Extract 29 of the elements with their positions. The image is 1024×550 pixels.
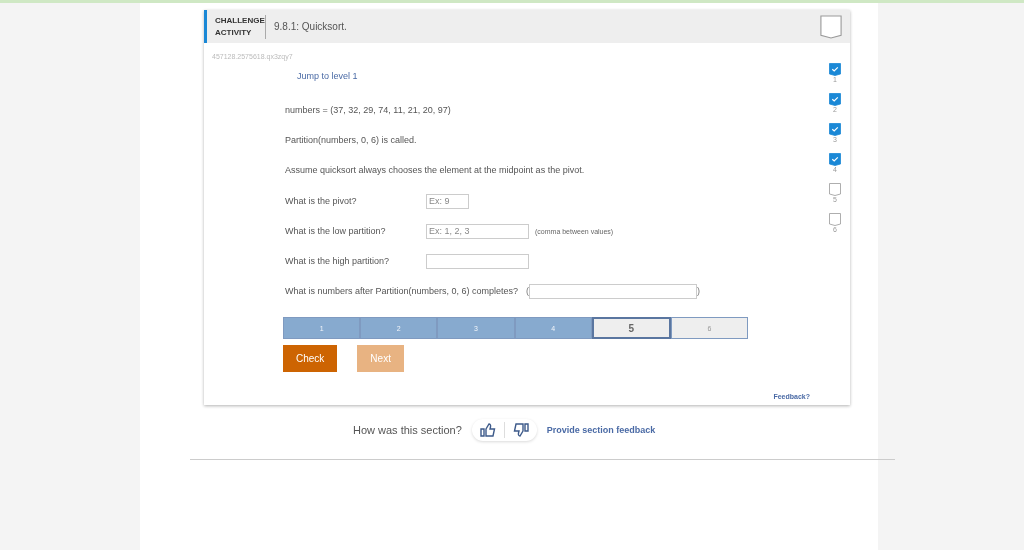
level-checkbox[interactable] (829, 153, 841, 166)
answer-field[interactable]: Ex: 9 (426, 193, 469, 209)
question-label: What is the pivot? (285, 196, 358, 206)
paren-text: ) (697, 286, 701, 296)
activity-type-label: CHALLENGE ACTIVITY (215, 14, 266, 39)
level-checkbox[interactable] (829, 183, 841, 196)
paren-text: ( (526, 286, 530, 296)
question-label: What is the high partition? (285, 256, 391, 266)
question-label: What is the low partition? (285, 226, 387, 236)
level-checkbox[interactable] (829, 93, 841, 106)
activity-title: 9.8.1: Quicksort. (274, 21, 348, 32)
question-label: What is numbers after Partition(numbers, 0, 6) completes? (285, 286, 519, 296)
jump-link[interactable]: Jump to level 1 (297, 71, 358, 81)
section-feedback-link[interactable]: Provide section feedback (546, 425, 656, 435)
thumbs-up-icon[interactable] (479, 423, 496, 437)
statement-text: numbers = (37, 32, 29, 74, 11, 21, 20, 97) (285, 105, 452, 115)
level-segment[interactable]: 5 (591, 317, 671, 339)
answer-field[interactable] (426, 253, 529, 269)
answer-field[interactable]: Ex: 1, 2, 3 (426, 223, 529, 239)
statement-text: Partition(numbers, 0, 6) is called. (285, 135, 418, 145)
level-checkbox[interactable] (829, 63, 841, 76)
thumbs-down-icon[interactable] (512, 423, 529, 437)
level-checkbox[interactable] (829, 213, 841, 226)
completion-bookmark-icon[interactable] (820, 14, 842, 39)
section-question: How was this section? (353, 424, 462, 436)
answer-field[interactable] (529, 283, 698, 299)
statement-text: Assume quicksort always chooses the element at the midpoint as the pivot. (285, 165, 586, 175)
check-button[interactable]: Check (283, 345, 338, 372)
level-checkbox[interactable] (829, 123, 841, 136)
